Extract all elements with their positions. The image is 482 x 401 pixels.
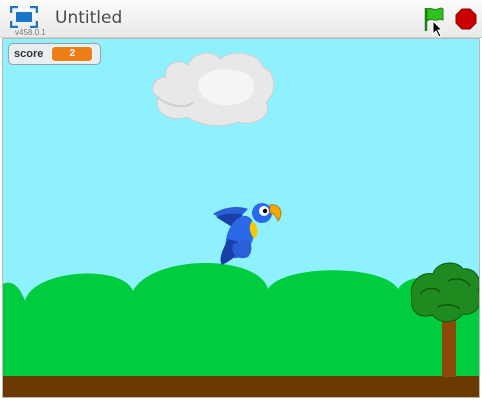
tree-sprite [410,262,479,377]
score-monitor-value: 2 [51,46,94,62]
score-monitor[interactable]: score 2 [8,43,102,65]
green-flag-button[interactable] [422,6,446,32]
stop-button[interactable] [455,8,477,30]
score-monitor-label: score [14,48,44,60]
parrot-sprite [213,203,282,265]
green-flag-icon [424,7,444,31]
fullscreen-button[interactable] [9,5,39,29]
stage[interactable]: score 2 [2,38,480,398]
cloud-sprite [152,52,275,127]
fullscreen-icon [9,5,39,29]
stop-icon [455,8,477,30]
player-toolbar: Untitled v458.0.1 [0,0,482,38]
version-label: v458.0.1 [15,28,46,37]
project-title: Untitled [55,8,123,28]
